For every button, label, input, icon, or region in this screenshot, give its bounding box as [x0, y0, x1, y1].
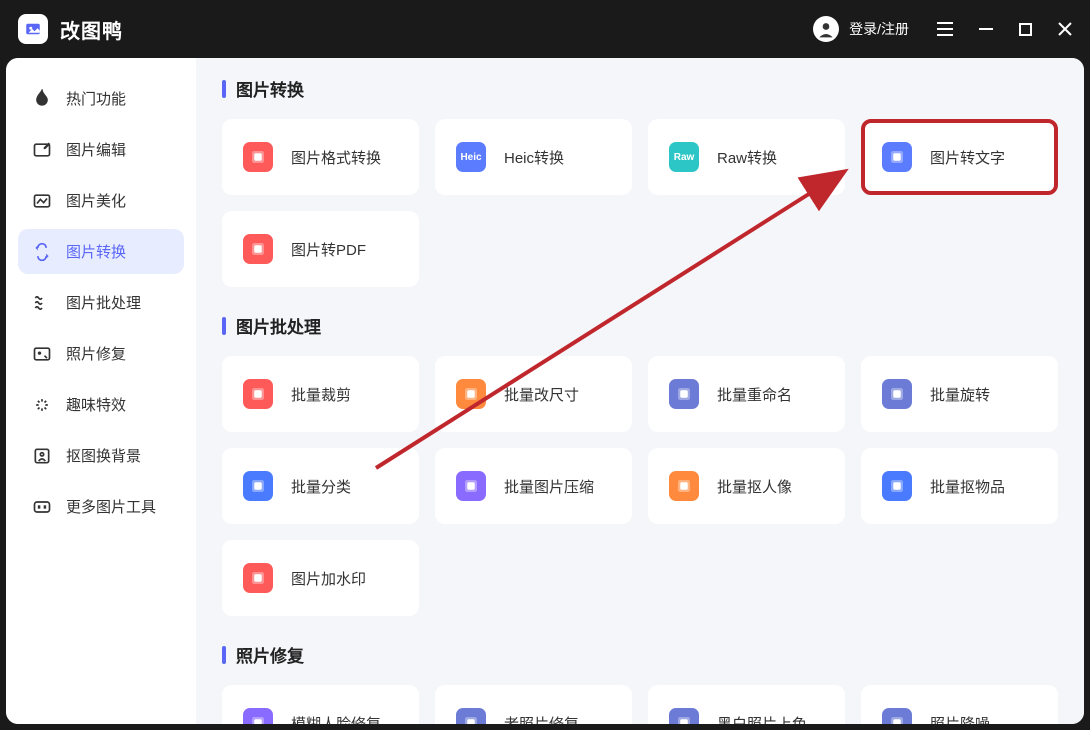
- app-logo: [18, 14, 48, 44]
- content-area: 图片转换图片格式转换 HeicHeic转换RawRaw转换 图片转文字图片转PDF 图…: [196, 58, 1084, 724]
- card-label: 批量旋转: [930, 384, 990, 405]
- sidebar-item-5[interactable]: 照片修复: [18, 331, 184, 376]
- sidebar-item-label: 图片编辑: [66, 139, 126, 160]
- card-label: Heic转换: [504, 147, 564, 168]
- beautify-icon: [32, 191, 52, 211]
- feature-card-1-7[interactable]: 批量抠物品: [861, 448, 1058, 524]
- feature-card-2-3[interactable]: 照片降噪: [861, 685, 1058, 724]
- feature-card-1-8[interactable]: 图片加水印: [222, 540, 419, 616]
- section-title: 图片转换: [222, 76, 1058, 101]
- feature-card-2-0[interactable]: 模糊人脸修复: [222, 685, 419, 724]
- feature-card-1-5[interactable]: 批量图片压缩: [435, 448, 632, 524]
- card-label: 批量抠人像: [717, 476, 792, 497]
- section-title: 照片修复: [222, 642, 1058, 667]
- more-icon: [32, 497, 52, 517]
- card-label: 图片格式转换: [291, 147, 381, 168]
- card-label: 模糊人脸修复: [291, 713, 381, 725]
- sidebar-item-label: 图片美化: [66, 190, 126, 211]
- card-label: 图片加水印: [291, 568, 366, 589]
- feature-card-0-0[interactable]: 图片格式转换: [222, 119, 419, 195]
- app-title: 改图鸭: [60, 15, 123, 44]
- sidebar-item-3[interactable]: 图片转换: [18, 229, 184, 274]
- feature-card-2-1[interactable]: 老照片修复: [435, 685, 632, 724]
- sidebar-item-label: 照片修复: [66, 343, 126, 364]
- feature-card-1-0[interactable]: 批量裁剪: [222, 356, 419, 432]
- sidebar-item-7[interactable]: 抠图换背景: [18, 433, 184, 478]
- fire-icon: [32, 89, 52, 109]
- feature-card-2-2[interactable]: 黑白照片上色: [648, 685, 845, 724]
- feature-card-0-3[interactable]: 图片转文字: [861, 119, 1058, 195]
- edit-icon: [32, 140, 52, 160]
- card-label: 照片降噪: [930, 713, 990, 725]
- feature-card-1-6[interactable]: 批量抠人像: [648, 448, 845, 524]
- card-label: 批量分类: [291, 476, 351, 497]
- card-label: Raw转换: [717, 147, 777, 168]
- sidebar-item-6[interactable]: 趣味特效: [18, 382, 184, 427]
- sidebar-item-label: 图片批处理: [66, 292, 141, 313]
- feature-card-1-2[interactable]: 批量重命名: [648, 356, 845, 432]
- avatar-icon: [813, 16, 839, 42]
- sidebar: 热门功能图片编辑图片美化图片转换图片批处理照片修复趣味特效抠图换背景更多图片工具: [6, 58, 196, 724]
- card-label: 图片转PDF: [291, 239, 366, 260]
- feature-card-1-3[interactable]: 批量旋转: [861, 356, 1058, 432]
- sidebar-item-label: 热门功能: [66, 88, 126, 109]
- minimize-button[interactable]: [979, 22, 993, 36]
- titlebar: 改图鸭 登录/注册: [0, 0, 1090, 58]
- feature-card-0-1[interactable]: HeicHeic转换: [435, 119, 632, 195]
- sidebar-item-label: 抠图换背景: [66, 445, 141, 466]
- cutout-icon: [32, 446, 52, 466]
- login-button[interactable]: 登录/注册: [813, 16, 909, 42]
- sidebar-item-0[interactable]: 热门功能: [18, 76, 184, 121]
- menu-button[interactable]: [937, 22, 953, 36]
- feature-card-1-1[interactable]: 批量改尺寸: [435, 356, 632, 432]
- card-label: 老照片修复: [504, 713, 579, 725]
- card-label: 图片转文字: [930, 147, 1005, 168]
- repair-icon: [32, 344, 52, 364]
- login-label: 登录/注册: [849, 19, 909, 39]
- feature-card-0-4[interactable]: 图片转PDF: [222, 211, 419, 287]
- section-title: 图片批处理: [222, 313, 1058, 338]
- maximize-button[interactable]: [1019, 23, 1032, 36]
- sidebar-item-2[interactable]: 图片美化: [18, 178, 184, 223]
- card-label: 批量重命名: [717, 384, 792, 405]
- sidebar-item-4[interactable]: 图片批处理: [18, 280, 184, 325]
- effects-icon: [32, 395, 52, 415]
- sidebar-item-1[interactable]: 图片编辑: [18, 127, 184, 172]
- sidebar-item-label: 趣味特效: [66, 394, 126, 415]
- card-label: 黑白照片上色: [717, 713, 807, 725]
- feature-card-1-4[interactable]: 批量分类: [222, 448, 419, 524]
- card-label: 批量抠物品: [930, 476, 1005, 497]
- sidebar-item-label: 更多图片工具: [66, 496, 156, 517]
- close-button[interactable]: [1058, 22, 1072, 36]
- sidebar-item-label: 图片转换: [66, 241, 126, 262]
- feature-card-0-2[interactable]: RawRaw转换: [648, 119, 845, 195]
- convert-icon: [32, 242, 52, 262]
- card-label: 批量裁剪: [291, 384, 351, 405]
- card-label: 批量图片压缩: [504, 476, 594, 497]
- card-label: 批量改尺寸: [504, 384, 579, 405]
- sidebar-item-8[interactable]: 更多图片工具: [18, 484, 184, 529]
- batch-icon: [32, 293, 52, 313]
